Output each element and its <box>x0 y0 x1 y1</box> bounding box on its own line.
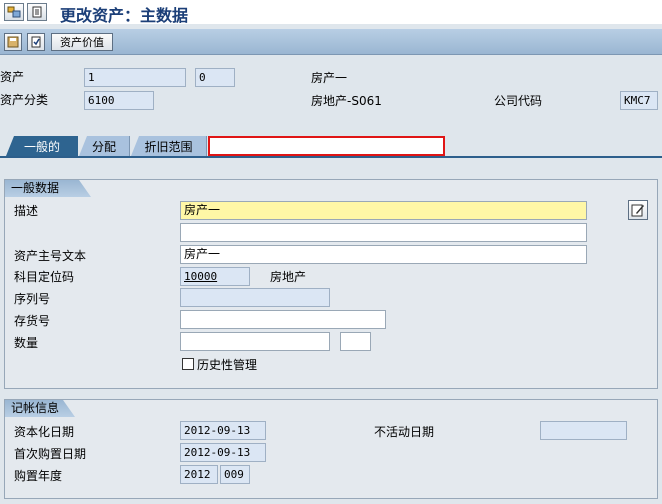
main-number-text-label: 资产主号文本 <box>14 249 87 263</box>
edit-long-text-icon[interactable] <box>628 200 648 220</box>
inventory-number-field[interactable] <box>180 310 386 329</box>
historical-management-checkbox[interactable] <box>182 358 194 370</box>
asset-class-field[interactable]: 6100 <box>84 91 154 110</box>
other-object-icon[interactable] <box>4 3 24 21</box>
display-change-icon[interactable] <box>27 3 47 21</box>
asset-class-description: 房地产-S061 <box>311 94 382 108</box>
posting-info-title: 记帐信息 <box>5 400 75 417</box>
account-determination-field[interactable]: 10000 <box>180 267 250 286</box>
company-code-label: 公司代码 <box>494 94 543 108</box>
asset-description-text: 房产一 <box>311 71 348 85</box>
inventory-number-label: 存货号 <box>14 314 51 328</box>
quantity-label: 数量 <box>14 336 39 350</box>
highlight-box <box>208 136 445 156</box>
description-label: 描述 <box>14 204 39 218</box>
quantity-field[interactable] <box>180 332 330 351</box>
application-toolbar: 资产价值 <box>0 29 662 55</box>
asset-sub-number-field[interactable]: 0 <box>195 68 235 87</box>
company-code-field[interactable]: KMC7 <box>620 91 658 110</box>
general-data-title: 一般数据 <box>5 180 91 197</box>
save-icon[interactable] <box>4 33 22 51</box>
acquisition-period-field[interactable]: 009 <box>220 465 250 484</box>
description-2-field[interactable] <box>180 223 587 242</box>
historical-management-label: 历史性管理 <box>197 358 258 372</box>
inactive-date-field[interactable] <box>540 421 627 440</box>
main-number-text-field[interactable]: 房产一 <box>180 245 587 264</box>
title-bar: 更改资产：主数据 <box>0 0 662 25</box>
description-field[interactable]: 房产一 <box>180 201 587 220</box>
account-determination-text: 房地产 <box>270 270 307 284</box>
document-icon[interactable] <box>27 33 45 51</box>
asset-number-field[interactable]: 1 <box>84 68 186 87</box>
capitalization-date-field[interactable]: 2012-09-13 <box>180 421 266 440</box>
capitalization-date-label: 资本化日期 <box>14 425 75 439</box>
posting-info-group: 记帐信息 <box>4 399 658 499</box>
first-acquisition-date-label: 首次购置日期 <box>14 447 87 461</box>
serial-number-field[interactable] <box>180 288 330 307</box>
acquisition-year-field[interactable]: 2012 <box>180 465 218 484</box>
asset-class-label: 资产分类 <box>0 93 49 107</box>
tab-general[interactable]: 一般的 <box>6 136 78 156</box>
asset-label: 资产 <box>0 70 25 84</box>
quantity-unit-field[interactable] <box>340 332 371 351</box>
asset-value-button[interactable]: 资产价值 <box>51 33 113 51</box>
account-determination-label: 科目定位码 <box>14 270 75 284</box>
serial-number-label: 序列号 <box>14 292 51 306</box>
page-title: 更改资产：主数据 <box>60 6 189 25</box>
tab-strip-baseline <box>0 156 662 158</box>
acquisition-year-label: 购置年度 <box>14 469 63 483</box>
tab-depreciation-areas[interactable]: 折旧范围 <box>131 136 207 156</box>
first-acquisition-date-field[interactable]: 2012-09-13 <box>180 443 266 462</box>
tab-assignments[interactable]: 分配 <box>79 136 130 156</box>
inactive-date-label: 不活动日期 <box>374 425 435 439</box>
